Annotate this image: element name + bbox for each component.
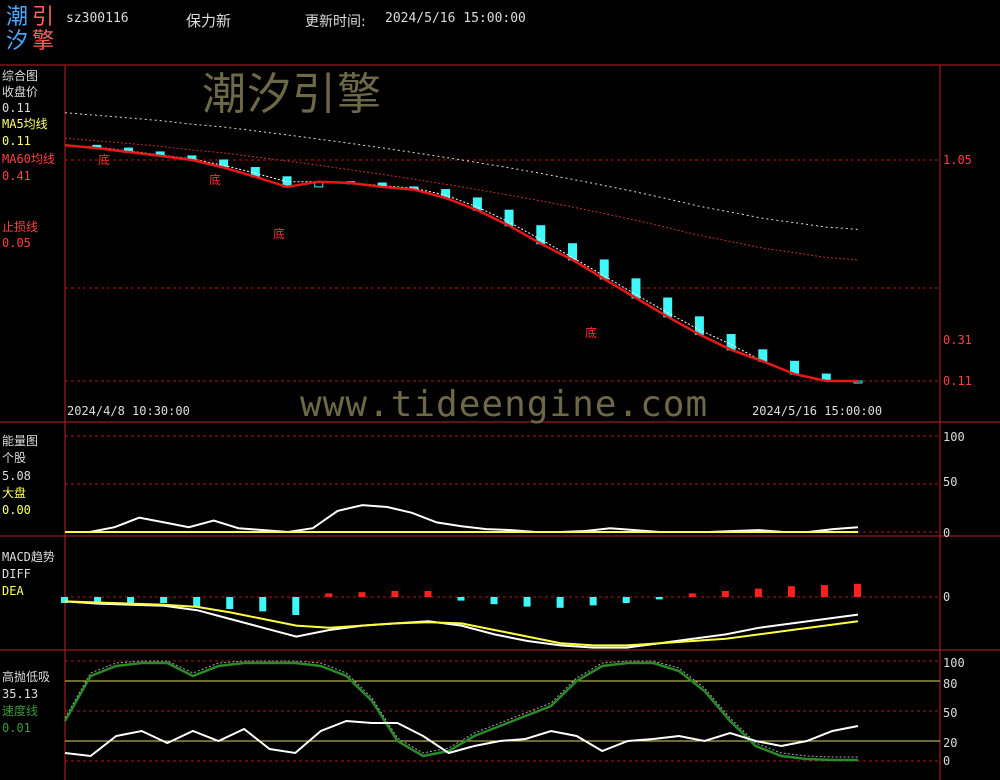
stop-loss-label: 止损线 xyxy=(2,220,39,234)
macd-histogram-bar xyxy=(490,597,498,605)
energy-panel-title: 能量图 xyxy=(2,434,39,448)
osc-y-tick: 100 xyxy=(943,656,965,670)
energy-market-label: 大盘 xyxy=(2,486,27,500)
energy-stock-value: 5.08 xyxy=(2,469,31,483)
ma5-label: MA5均线 xyxy=(2,117,48,131)
macd-histogram-bar xyxy=(424,591,432,597)
main-y-tick: 1.05 xyxy=(943,153,972,167)
macd-histogram-bar xyxy=(820,585,828,597)
macd-histogram-bar xyxy=(787,586,795,597)
speed-label: 速度线 xyxy=(2,704,39,718)
macd-histogram-bar xyxy=(457,597,465,601)
macd-histogram-bar xyxy=(292,597,300,615)
bottom-marker: 底 xyxy=(585,326,598,340)
macd-histogram-bar xyxy=(754,588,762,597)
speed-value: 0.01 xyxy=(2,721,31,735)
ma5-value: 0.11 xyxy=(2,134,31,148)
close-label: 收盘价 xyxy=(2,85,39,99)
osc-y-tick: 0 xyxy=(943,754,951,768)
energy-y-tick: 100 xyxy=(943,430,965,444)
end-time-label: 2024/5/16 15:00:00 xyxy=(752,404,883,418)
energy-market-value: 0.00 xyxy=(2,503,31,517)
ma60-value: 0.41 xyxy=(2,169,31,183)
energy-stock-label: 个股 xyxy=(2,451,27,465)
osc-value: 35.13 xyxy=(2,687,39,701)
osc-panel-title: 高抛低吸 xyxy=(2,670,51,684)
macd-histogram-bar xyxy=(589,597,597,606)
energy-y-tick: 0 xyxy=(943,526,951,540)
stop-loss-value: 0.05 xyxy=(2,236,31,250)
macd-histogram-bar xyxy=(622,597,630,603)
bottom-marker: 底 xyxy=(273,227,286,241)
macd-panel-title: MACD趋势 xyxy=(2,550,55,564)
macd-histogram-bar xyxy=(160,597,168,603)
main-y-tick: 0.11 xyxy=(943,374,972,388)
ma5-line xyxy=(64,144,858,382)
diff-label: DIFF xyxy=(2,567,31,581)
energy-stock-line xyxy=(65,504,859,534)
macd-histogram-bar xyxy=(688,593,696,597)
macd-histogram-bar xyxy=(854,583,861,597)
osc-y-tick: 20 xyxy=(943,736,958,750)
ma60-line xyxy=(64,137,859,261)
url-watermark: www.tideengine.com xyxy=(300,384,709,425)
close-value: 0.11 xyxy=(2,101,31,115)
bottom-marker: 底 xyxy=(209,173,222,187)
macd-histogram-bar xyxy=(193,597,201,607)
main-panel-title: 综合图 xyxy=(2,69,39,83)
macd-y-tick: 0 xyxy=(943,590,951,604)
macd-histogram-bar xyxy=(655,597,663,600)
macd-histogram-bar xyxy=(391,591,399,597)
macd-histogram-bar xyxy=(259,597,267,612)
brand-watermark: 潮汐引擎 xyxy=(202,69,382,120)
osc-y-tick: 80 xyxy=(943,677,958,691)
bottom-marker: 底 xyxy=(98,153,111,167)
macd-histogram-bar xyxy=(226,597,234,609)
start-time-label: 2024/4/8 10:30:00 xyxy=(67,404,190,418)
macd-histogram-bar xyxy=(325,593,333,597)
macd-histogram-bar xyxy=(523,597,531,607)
upper-band-line xyxy=(64,112,859,230)
macd-histogram-bar xyxy=(556,597,564,608)
diff-line xyxy=(64,600,859,649)
dea-label: DEA xyxy=(2,584,24,598)
osc-y-tick: 50 xyxy=(943,706,958,720)
close-line xyxy=(64,144,858,383)
macd-histogram-bar xyxy=(358,592,366,597)
macd-histogram-bar xyxy=(721,591,729,597)
energy-y-tick: 50 xyxy=(943,475,958,489)
ma60-label: MA60均线 xyxy=(2,152,55,166)
main-y-tick: 0.31 xyxy=(943,333,972,347)
osc-line xyxy=(64,719,859,758)
